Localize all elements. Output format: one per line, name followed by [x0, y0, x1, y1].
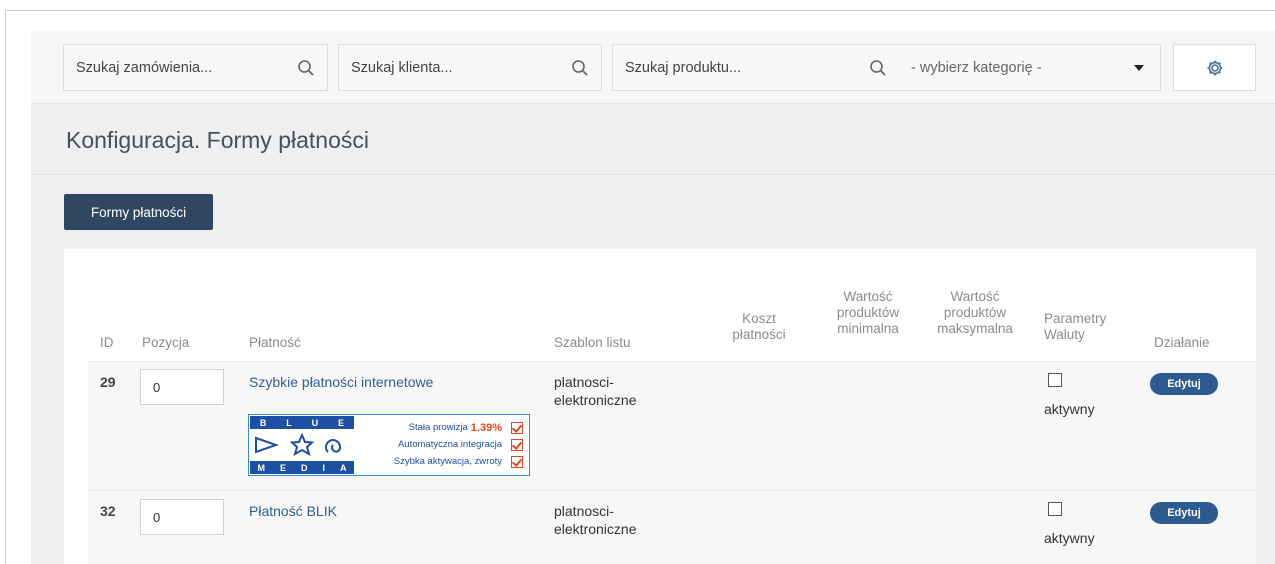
row-id: 29: [100, 374, 116, 390]
logo-symbols-icon: [255, 432, 342, 457]
logo-letter: D: [300, 462, 308, 473]
banner-feature-commission: Stała prowizja 1.39%: [361, 419, 523, 436]
active-checkbox[interactable]: [1048, 373, 1062, 387]
template-line2: elektroniczne: [554, 521, 637, 537]
header-currency-params: Parametry Waluty: [1044, 311, 1106, 343]
logo-letter: U: [311, 417, 319, 428]
feature-text: Stała prowizja: [408, 422, 468, 433]
page-canvas: Szukaj zamówienia... Szukaj klienta... S…: [31, 31, 1275, 564]
header-id: ID: [100, 335, 114, 350]
edit-button[interactable]: Edytuj: [1150, 373, 1218, 395]
header-max-value: Wartość produktów maksymalna: [930, 289, 1020, 337]
position-input[interactable]: 0: [140, 499, 224, 535]
row-id: 32: [100, 503, 116, 519]
order-search-placeholder: Szukaj zamówienia...: [76, 59, 213, 76]
template-line2: elektroniczne: [554, 392, 637, 408]
template-name: platnosci- elektroniczne: [554, 502, 637, 538]
header-cost-line2: płatności: [732, 327, 786, 342]
page-title: Konfiguracja. Formy płatności: [66, 127, 369, 153]
header-min-value: Wartość produktów minimalna: [828, 289, 908, 337]
header-max-line2: produktów: [943, 305, 1007, 320]
bluemedia-logo: B L U E M E D I A: [250, 416, 354, 474]
check-icon: [511, 438, 523, 451]
template-line1: platnosci-: [554, 503, 614, 519]
payment-name-link[interactable]: Szybkie płatności internetowe: [249, 374, 433, 390]
header-min-line3: minimalna: [837, 321, 899, 336]
payment-name-link[interactable]: Płatność BLIK: [249, 503, 337, 519]
divider: [31, 174, 1275, 175]
feature-text: Szybka aktywacja, zwroty: [393, 456, 502, 467]
header-cost-line1: Koszt: [742, 311, 776, 326]
edit-button[interactable]: Edytuj: [1150, 502, 1218, 524]
logo-letter: L: [286, 417, 292, 428]
feature-text: Automatyczna integracja: [397, 439, 502, 450]
client-search-placeholder: Szukaj klienta...: [351, 59, 453, 76]
header-params-line1: Parametry: [1044, 311, 1107, 326]
banner-features: Stała prowizja 1.39% Automatyczna integr…: [361, 419, 523, 470]
tab-payment-forms[interactable]: Formy płatności: [64, 194, 213, 230]
header-action: Działanie: [1154, 335, 1210, 350]
category-select[interactable]: - wybierz kategorię -: [887, 60, 1134, 76]
header-position: Pozycja: [142, 335, 190, 350]
logo-letter: E: [338, 417, 345, 428]
search-icon[interactable]: [571, 59, 589, 77]
logo-letter: A: [339, 462, 347, 473]
header-cost: Koszt płatności: [724, 311, 794, 343]
position-input[interactable]: 0: [140, 369, 224, 405]
bluemedia-banner: B L U E M E D I A Stała prowizja 1.39% A…: [248, 414, 530, 476]
template-name: platnosci- elektroniczne: [554, 373, 637, 409]
logo-strip-top: B L U E: [250, 416, 354, 429]
client-search-input[interactable]: Szukaj klienta...: [338, 44, 602, 91]
search-icon[interactable]: [869, 59, 887, 77]
header-template: Szablon listu: [554, 335, 631, 350]
order-search-input[interactable]: Szukaj zamówienia...: [63, 44, 328, 91]
product-search-input[interactable]: Szukaj produktu... - wybierz kategorię -: [612, 44, 1161, 91]
logo-strip-bottom: M E D I A: [250, 461, 354, 474]
header-min-line1: Wartość: [843, 289, 893, 304]
app-frame: Szukaj zamówienia... Szukaj klienta... S…: [5, 10, 1275, 564]
header-max-line3: maksymalna: [937, 321, 1013, 336]
logo-letter: E: [279, 462, 286, 473]
header-params-line2: Waluty: [1044, 327, 1085, 342]
gear-icon: [1207, 60, 1222, 75]
template-line1: platnosci-: [554, 374, 614, 390]
check-icon: [511, 421, 523, 434]
logo-letter: M: [257, 462, 265, 473]
logo-letter: B: [259, 417, 267, 428]
settings-button[interactable]: [1173, 44, 1256, 91]
header-max-line1: Wartość: [950, 289, 1000, 304]
active-label: aktywny: [1044, 401, 1095, 417]
header-payment: Płatność: [249, 335, 301, 350]
active-label: aktywny: [1044, 530, 1095, 546]
table-row: [88, 491, 1256, 564]
logo-letter: I: [322, 462, 325, 473]
payment-forms-table: ID Pozycja Płatność Szablon listu Koszt …: [64, 249, 1256, 564]
header-min-line2: produktów: [836, 305, 900, 320]
commission-value: 1.39%: [470, 421, 502, 434]
top-search-bar: Szukaj zamówienia... Szukaj klienta... S…: [31, 31, 1275, 104]
product-search-placeholder: Szukaj produktu...: [625, 59, 742, 76]
check-icon: [511, 455, 523, 468]
banner-feature-integration: Automatyczna integracja: [361, 436, 523, 453]
search-icon[interactable]: [297, 59, 315, 77]
chevron-down-icon[interactable]: [1134, 64, 1144, 71]
active-checkbox[interactable]: [1048, 502, 1062, 516]
banner-feature-activation: Szybka aktywacja, zwroty: [361, 453, 523, 470]
